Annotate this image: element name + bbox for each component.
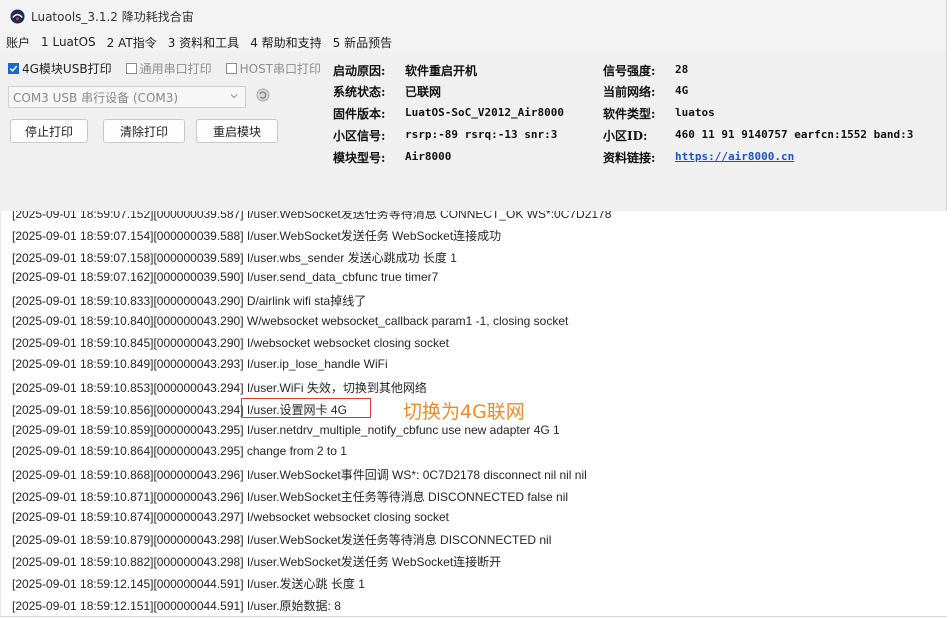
system-state-label: 系统状态:: [333, 85, 386, 99]
signal-strength-label: 信号强度:: [603, 64, 656, 78]
cell-id-value: 460 11 91 9140757 earfcn:1552 band:3: [675, 128, 914, 141]
module-model-label: 模块型号:: [333, 151, 386, 165]
system-state-value: 已联网: [405, 85, 442, 99]
log-line: [2025-09-01 18:59:07.158][000000039.589]…: [12, 250, 457, 265]
log-output[interactable]: [2025-09-01 18:59:07.152][000000039.587]…: [0, 211, 947, 616]
refresh-icon[interactable]: [256, 88, 270, 102]
clear-print-button[interactable]: 清除打印: [103, 119, 185, 143]
module-model-value: Air8000: [405, 150, 452, 163]
cell-signal-label: 小区信号:: [333, 129, 386, 143]
menu-help-support[interactable]: 4 帮助和支持: [244, 34, 326, 51]
checkbox-unchecked-icon: [125, 63, 137, 74]
firmware-label: 固件版本:: [333, 107, 386, 121]
menu-account[interactable]: 账户: [0, 34, 35, 51]
cell-signal-value: rsrp:-89 rsrq:-13 snr:3: [405, 128, 558, 141]
menu-resources-tools[interactable]: 3 资料和工具: [162, 34, 244, 51]
host-print-checkbox[interactable]: HOST串口打印: [225, 60, 322, 77]
log-line: [2025-09-01 18:59:10.879][000000043.298]…: [12, 533, 552, 548]
log-line: [2025-09-01 18:59:12.151][000000044.591]…: [12, 598, 341, 613]
usb-print-label: 4G模块USB打印: [22, 62, 112, 76]
serial-print-label: 通用串口打印: [139, 62, 212, 76]
stop-print-button[interactable]: 停止打印: [10, 119, 88, 143]
log-line: [2025-09-01 18:59:10.874][000000043.297]…: [12, 509, 449, 524]
log-line: [2025-09-01 18:59:10.864][000000043.295]…: [12, 444, 347, 459]
cell-id-label: 小区ID:: [603, 129, 648, 143]
log-line: [2025-09-01 18:59:10.853][000000043.294]…: [12, 381, 427, 395]
highlight-box: [241, 398, 371, 418]
luatools-window: Luatools_3.1.2 降功耗找合宙 账户 1 LuatOS 2 AT指令…: [0, 0, 947, 617]
log-line: [2025-09-01 18:59:10.868][000000043.296]…: [12, 468, 587, 482]
menu-bar: 账户 1 LuatOS 2 AT指令 3 资料和工具 4 帮助和支持 5 新品预…: [0, 32, 946, 52]
app-logo-icon: [10, 8, 25, 24]
current-network-label: 当前网络:: [603, 85, 656, 99]
restart-module-button[interactable]: 重启模块: [196, 119, 278, 143]
boot-reason-value: 软件重启开机: [405, 64, 478, 78]
usb-print-checkbox[interactable]: 4G模块USB打印: [8, 60, 112, 77]
log-line: [2025-09-01 18:59:07.162][000000039.590]…: [12, 270, 439, 285]
log-line: [2025-09-01 18:59:12.145][000000044.591]…: [12, 576, 365, 591]
port-select[interactable]: COM3 USB 串行设备 (COM3): [8, 86, 246, 108]
port-select-value: COM3 USB 串行设备 (COM3): [13, 90, 179, 105]
log-line: [2025-09-01 18:59:07.154][000000039.588]…: [12, 228, 502, 243]
log-line: [2025-09-01 18:59:10.871][000000043.296]…: [12, 489, 569, 504]
software-type-value: luatos: [675, 106, 715, 119]
signal-strength-value: 28: [675, 63, 689, 76]
chevron-down-icon: [230, 94, 238, 99]
annotation-label: 切换为4G联网: [403, 401, 525, 423]
resource-link[interactable]: https://air8000.cn: [675, 150, 794, 163]
menu-new-products[interactable]: 5 新品预告: [327, 34, 397, 51]
software-type-label: 软件类型:: [603, 107, 656, 121]
control-panel: 4G模块USB打印 通用串口打印 HOST串口打印 COM3 USB 串行设备 …: [0, 52, 946, 212]
resource-link-label: 资料链接:: [603, 151, 656, 165]
current-network-value: 4G: [675, 84, 689, 97]
print-mode-options: 4G模块USB打印 通用串口打印 HOST串口打印: [8, 60, 321, 77]
log-line: [2025-09-01 18:59:10.859][000000043.295]…: [12, 422, 560, 437]
menu-at-commands[interactable]: 2 AT指令: [101, 34, 162, 51]
host-print-label: HOST串口打印: [239, 62, 322, 76]
serial-print-checkbox[interactable]: 通用串口打印: [125, 60, 212, 77]
log-line: [2025-09-01 18:59:10.882][000000043.298]…: [12, 555, 502, 569]
firmware-value: LuatOS-SoC_V2012_Air8000: [405, 106, 564, 119]
log-line: [2025-09-01 18:59:10.840][000000043.290]…: [12, 313, 569, 328]
log-line: [2025-09-01 18:59:10.845][000000043.290]…: [12, 335, 449, 350]
title-bar: Luatools_3.1.2 降功耗找合宙: [0, 0, 946, 32]
checkbox-checked-icon: [8, 63, 19, 74]
menu-luatos[interactable]: 1 LuatOS: [35, 35, 101, 49]
checkbox-unchecked-icon: [225, 63, 237, 74]
log-line: [2025-09-01 18:59:10.849][000000043.293]…: [12, 357, 388, 372]
window-title: Luatools_3.1.2 降功耗找合宙: [31, 9, 194, 24]
boot-reason-label: 启动原因:: [333, 64, 386, 78]
log-line: [2025-09-01 18:59:07.152][000000039.587]…: [12, 211, 612, 221]
log-line: [2025-09-01 18:59:10.833][000000043.290]…: [12, 294, 367, 308]
